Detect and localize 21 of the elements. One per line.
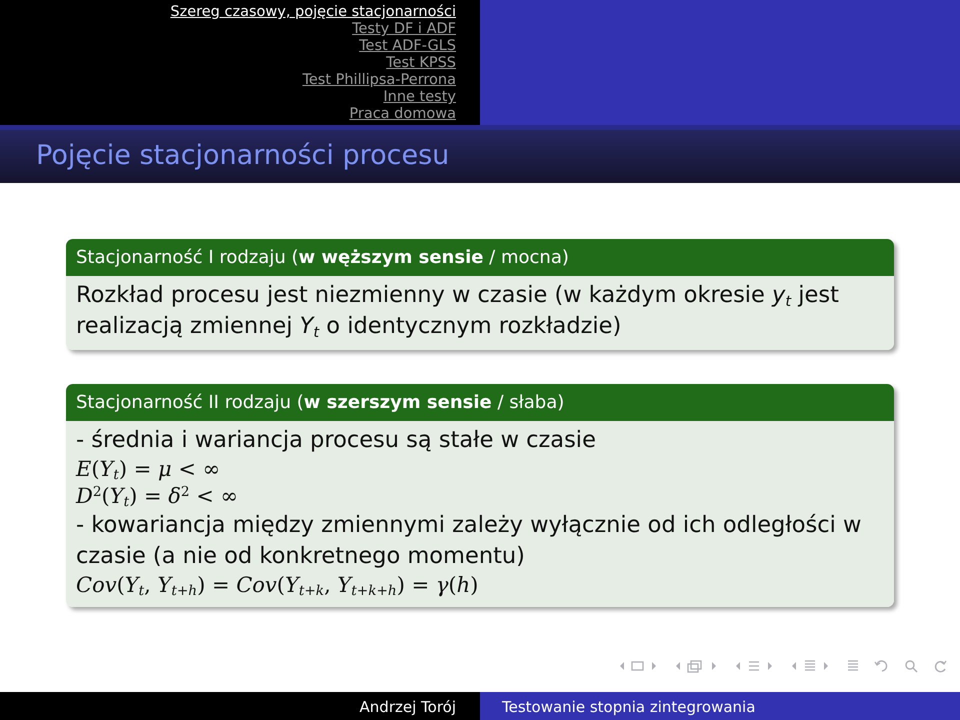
block-text: - kowariancja między zmiennymi zależy wyłącznie od ich odległości w czasie (a nie od konkretnego momentu) [76,511,862,571]
section-link[interactable]: Szereg czasowy, pojęcie stacjonarności [170,4,456,21]
redo-icon[interactable] [932,658,948,674]
section-link[interactable]: Test Phillipsa-Perrona [302,72,456,89]
author-name: Andrzej Torój [360,698,456,716]
frame-title: Pojęcie stacjonarności procesu [36,139,450,174]
formula: D$^{2}$(Y$_{t}$) = δ$^{2}$ < ∞ [76,483,240,510]
block-title: Stacjonarność I rodzaju (w węższym sensie / mocna) [66,239,894,276]
block-title: Stacjonarność II rodzaju (w szerszym sensie / słaba) [66,384,894,421]
formula: E(Y$_{t}$) = μ < ∞ [76,456,222,483]
section-link[interactable]: Testy DF i ADF [352,21,456,38]
presentation-title: Testowanie stopnia zintegrowania [502,698,756,716]
section-link[interactable]: Test ADF-GLS [359,38,456,55]
section-link[interactable]: Test KPSS [386,55,456,72]
block-text: Rozkład procesu jest niezmienny w czasie (w każdym okresie y$_{t}$ jest realizacją zmiennej Y$_{t}$ o identycznym rozkładzie) [76,281,840,342]
block-text: - średnia i wariancja procesu są stałe w czasie [76,426,597,455]
undo-icon[interactable] [874,658,890,674]
formula: Cov(Y$_{t}$, Y$_{t+h}$) = Cov(Y$_{t+k}$, Y$_{t+k+h}$) = γ(h) [76,572,480,599]
search-icon[interactable] [904,658,918,674]
section-link[interactable]: Praca domowa [349,106,456,123]
section-link[interactable]: Inne testy [383,89,456,106]
